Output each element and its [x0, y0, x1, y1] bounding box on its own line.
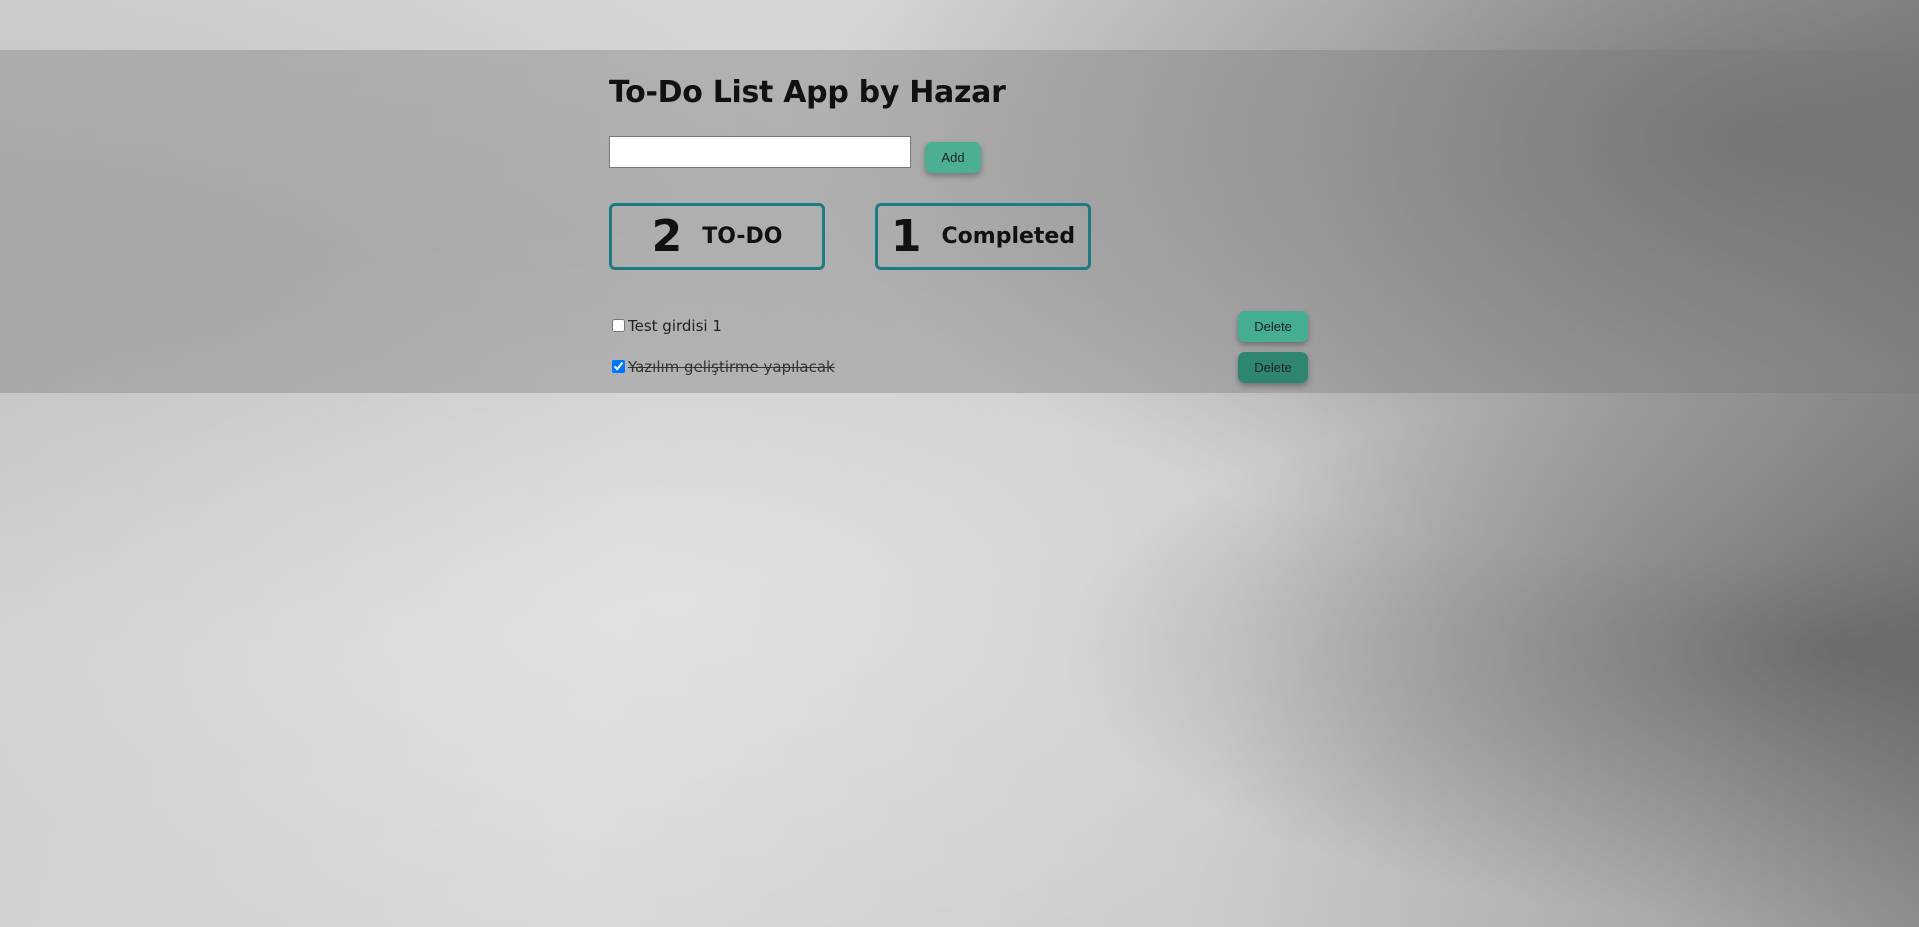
completed-count: 1	[890, 210, 922, 262]
delete-button[interactable]: Delete	[1238, 352, 1308, 383]
task-text: Yazılım geliştirme yapılacak	[628, 358, 835, 376]
delete-button[interactable]: Delete	[1238, 311, 1308, 342]
task-checkbox[interactable]	[612, 319, 625, 332]
task-checkbox[interactable]	[612, 360, 625, 373]
completed-label: Completed	[941, 224, 1076, 249]
todo-count-card: 2 TO-DO	[609, 203, 825, 270]
todo-label: TO-DO	[702, 224, 783, 249]
page-title: To-Do List App by Hazar	[609, 75, 1006, 110]
task-item: Yazılım geliştirme yapılacak Delete	[609, 352, 1309, 384]
task-item: Test girdisi 1 Delete	[609, 311, 1309, 343]
todo-count: 2	[651, 210, 683, 262]
add-button[interactable]: Add	[925, 142, 981, 173]
task-text: Test girdisi 1	[628, 317, 722, 335]
completed-count-card: 1 Completed	[875, 203, 1091, 270]
task-input[interactable]	[609, 136, 911, 168]
